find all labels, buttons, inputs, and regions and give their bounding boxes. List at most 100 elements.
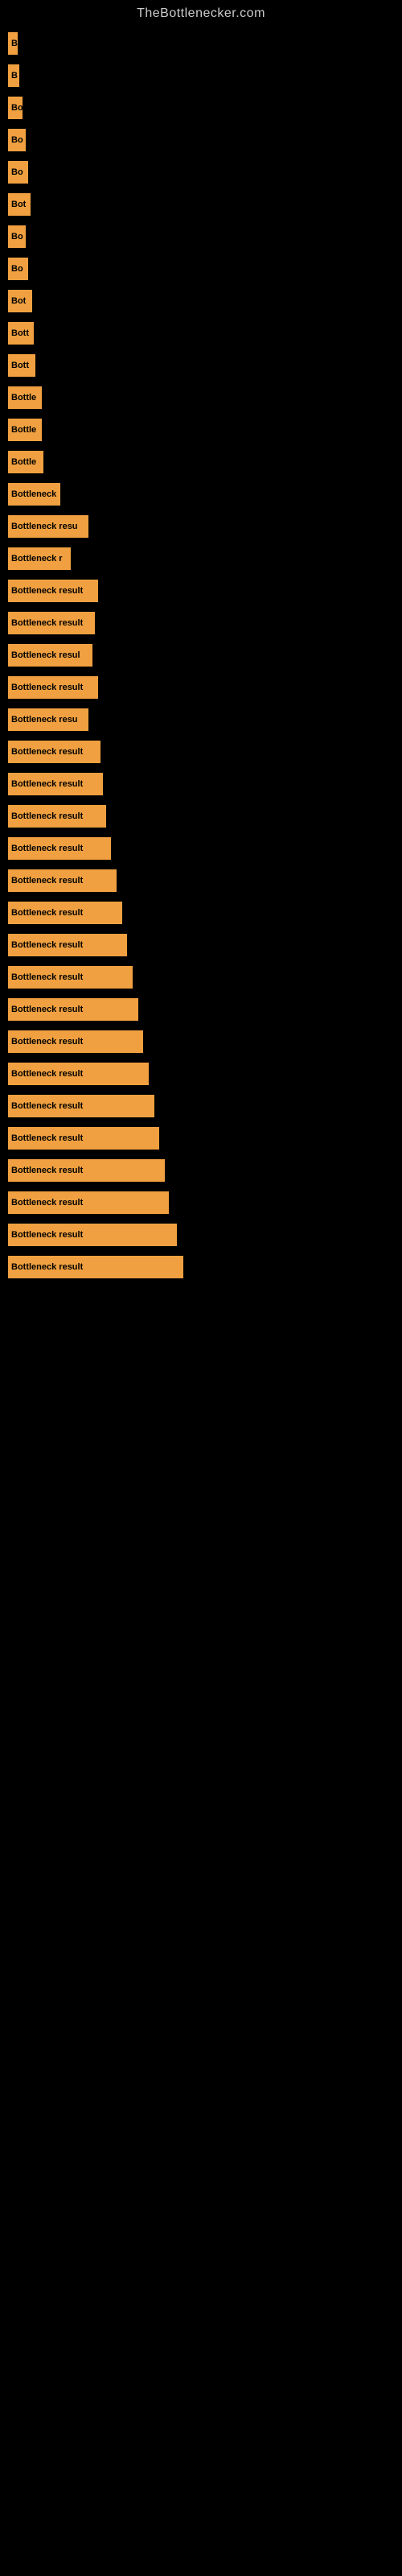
- bar-row-13: Bottle: [8, 419, 402, 441]
- bar-row-23: Bottleneck result: [8, 741, 402, 763]
- bar-label-5: Bo: [11, 167, 23, 177]
- bar-14: Bottle: [8, 451, 43, 473]
- bar-9: Bot: [8, 290, 32, 312]
- bar-label-28: Bottleneck result: [11, 908, 83, 918]
- bar-row-27: Bottleneck result: [8, 869, 402, 892]
- bar-label-10: Bott: [11, 328, 29, 338]
- site-title: TheBottlenecker.com: [0, 0, 402, 24]
- bar-row-7: Bo: [8, 225, 402, 248]
- bar-row-17: Bottleneck r: [8, 547, 402, 570]
- bar-label-1: B: [11, 39, 18, 48]
- bar-7: Bo: [8, 225, 26, 248]
- bar-row-6: Bot: [8, 193, 402, 216]
- bar-row-37: Bottleneck result: [8, 1191, 402, 1214]
- bar-3: Bo: [8, 97, 23, 119]
- bar-label-18: Bottleneck result: [11, 586, 83, 596]
- bar-row-4: Bo: [8, 129, 402, 151]
- bar-row-11: Bott: [8, 354, 402, 377]
- bar-row-10: Bott: [8, 322, 402, 345]
- bar-25: Bottleneck result: [8, 805, 106, 828]
- bar-label-15: Bottleneck: [11, 489, 56, 499]
- bar-label-33: Bottleneck result: [11, 1069, 83, 1079]
- bar-label-30: Bottleneck result: [11, 972, 83, 982]
- bar-label-32: Bottleneck result: [11, 1037, 83, 1046]
- bar-label-26: Bottleneck result: [11, 844, 83, 853]
- bar-36: Bottleneck result: [8, 1159, 165, 1182]
- bar-label-20: Bottleneck resul: [11, 650, 80, 660]
- bar-row-19: Bottleneck result: [8, 612, 402, 634]
- bar-11: Bott: [8, 354, 35, 377]
- bar-10: Bott: [8, 322, 34, 345]
- bar-29: Bottleneck result: [8, 934, 127, 956]
- bar-22: Bottleneck resu: [8, 708, 88, 731]
- bar-label-35: Bottleneck result: [11, 1133, 83, 1143]
- bar-39: Bottleneck result: [8, 1256, 183, 1278]
- bar-6: Bot: [8, 193, 31, 216]
- bar-row-3: Bo: [8, 97, 402, 119]
- bars-container: B B Bo Bo Bo Bot Bo Bo Bot Bott Bott Bottle Bottle Bo…: [0, 24, 402, 1288]
- bar-label-19: Bottleneck result: [11, 618, 83, 628]
- bar-label-9: Bot: [11, 296, 26, 306]
- bar-row-12: Bottle: [8, 386, 402, 409]
- bar-label-22: Bottleneck resu: [11, 715, 78, 724]
- bar-row-20: Bottleneck resul: [8, 644, 402, 667]
- bar-row-30: Bottleneck result: [8, 966, 402, 989]
- bar-row-35: Bottleneck result: [8, 1127, 402, 1150]
- bar-label-36: Bottleneck result: [11, 1166, 83, 1175]
- bar-row-8: Bo: [8, 258, 402, 280]
- bar-label-6: Bot: [11, 200, 26, 209]
- bar-row-32: Bottleneck result: [8, 1030, 402, 1053]
- bar-row-34: Bottleneck result: [8, 1095, 402, 1117]
- site-title-container: TheBottlenecker.com: [0, 0, 402, 24]
- bar-34: Bottleneck result: [8, 1095, 154, 1117]
- bar-2: B: [8, 64, 19, 87]
- bar-13: Bottle: [8, 419, 42, 441]
- bar-row-21: Bottleneck result: [8, 676, 402, 699]
- bar-4: Bo: [8, 129, 26, 151]
- bar-31: Bottleneck result: [8, 998, 138, 1021]
- bar-26: Bottleneck result: [8, 837, 111, 860]
- bar-label-2: B: [11, 71, 18, 80]
- bar-label-27: Bottleneck result: [11, 876, 83, 886]
- bar-24: Bottleneck result: [8, 773, 103, 795]
- bar-label-37: Bottleneck result: [11, 1198, 83, 1208]
- bar-27: Bottleneck result: [8, 869, 117, 892]
- bar-row-36: Bottleneck result: [8, 1159, 402, 1182]
- bar-label-29: Bottleneck result: [11, 940, 83, 950]
- bar-label-12: Bottle: [11, 393, 36, 402]
- bar-row-15: Bottleneck: [8, 483, 402, 506]
- bar-label-13: Bottle: [11, 425, 36, 435]
- bar-row-26: Bottleneck result: [8, 837, 402, 860]
- bar-row-2: B: [8, 64, 402, 87]
- bar-18: Bottleneck result: [8, 580, 98, 602]
- bar-label-38: Bottleneck result: [11, 1230, 83, 1240]
- bar-38: Bottleneck result: [8, 1224, 177, 1246]
- bar-21: Bottleneck result: [8, 676, 98, 699]
- bar-label-23: Bottleneck result: [11, 747, 83, 757]
- bar-15: Bottleneck: [8, 483, 60, 506]
- bar-30: Bottleneck result: [8, 966, 133, 989]
- bar-row-9: Bot: [8, 290, 402, 312]
- bar-label-34: Bottleneck result: [11, 1101, 83, 1111]
- bar-20: Bottleneck resul: [8, 644, 92, 667]
- bar-33: Bottleneck result: [8, 1063, 149, 1085]
- bar-28: Bottleneck result: [8, 902, 122, 924]
- bar-label-16: Bottleneck resu: [11, 522, 78, 531]
- bar-row-18: Bottleneck result: [8, 580, 402, 602]
- bar-row-25: Bottleneck result: [8, 805, 402, 828]
- bar-label-25: Bottleneck result: [11, 811, 83, 821]
- bar-16: Bottleneck resu: [8, 515, 88, 538]
- bar-32: Bottleneck result: [8, 1030, 143, 1053]
- bar-row-5: Bo: [8, 161, 402, 184]
- bar-label-3: Bo: [11, 103, 23, 113]
- bar-1: B: [8, 32, 18, 55]
- bar-row-33: Bottleneck result: [8, 1063, 402, 1085]
- bar-label-7: Bo: [11, 232, 23, 242]
- bar-row-38: Bottleneck result: [8, 1224, 402, 1246]
- bar-row-14: Bottle: [8, 451, 402, 473]
- bar-label-39: Bottleneck result: [11, 1262, 83, 1272]
- bar-19: Bottleneck result: [8, 612, 95, 634]
- bar-row-39: Bottleneck result: [8, 1256, 402, 1278]
- bar-35: Bottleneck result: [8, 1127, 159, 1150]
- bar-row-16: Bottleneck resu: [8, 515, 402, 538]
